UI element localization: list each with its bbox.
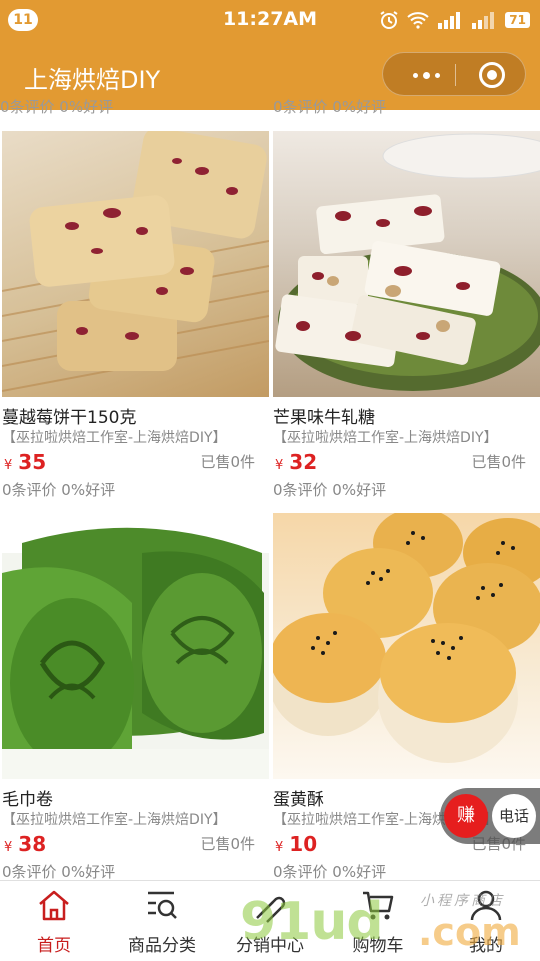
tab-category[interactable]: 商品分类 [108, 881, 216, 961]
mini-program-capsule [382, 52, 526, 96]
product-card[interactable]: 蔓越莓饼干150克 【巫拉啦烘焙工作室-上海烘焙DIY】 ¥35 已售0件 0条… [2, 131, 269, 501]
product-reviews: 0条评价 0%好评 [2, 863, 116, 880]
cart-icon [363, 891, 394, 920]
tab-label: 我的 [469, 936, 503, 956]
tab-bar: 首页 商品分类 分销中心 购物车 我的 [0, 880, 540, 961]
alarm-icon [380, 11, 398, 29]
distribution-icon [256, 896, 286, 923]
product-sold: 已售0件 [200, 453, 255, 471]
call-button[interactable]: 电话 [492, 794, 536, 838]
egg-yolk-pastry-photo[interactable] [273, 513, 540, 779]
wifi-icon [407, 12, 429, 29]
tab-cart[interactable]: 购物车 [324, 881, 432, 961]
status-bar: 11 11:27AM 71 [0, 0, 540, 40]
floating-actions: 赚 电话 [440, 788, 540, 844]
tab-label: 购物车 [352, 936, 404, 956]
product-price: ¥35 [4, 450, 47, 474]
matcha-towel-roll-photo[interactable] [2, 513, 269, 779]
previous-row-reviews: 0条评价 0%好评 [0, 98, 114, 116]
page-title: 上海烘焙DIY [24, 66, 161, 94]
product-name: 蛋黄酥 [273, 790, 324, 810]
nougat-photo[interactable] [273, 131, 540, 397]
product-price: ¥38 [4, 832, 47, 856]
category-search-icon [148, 891, 177, 919]
tab-label: 商品分类 [128, 936, 196, 956]
product-grid: 蔓越莓饼干150克 【巫拉啦烘焙工作室-上海烘焙DIY】 ¥35 已售0件 0条… [0, 110, 540, 880]
status-icons: 71 [379, 10, 530, 30]
product-name: 芒果味牛轧糖 [273, 408, 375, 428]
product-card[interactable]: 毛巾卷 【巫拉啦烘焙工作室-上海烘焙DIY】 ¥38 已售0件 0条评价 0%好… [2, 513, 269, 880]
product-shop: 【巫拉啦烘焙工作室-上海烘焙DIY】 [273, 430, 498, 446]
product-sold: 已售0件 [471, 453, 526, 471]
earn-button[interactable]: 赚 [444, 794, 488, 838]
signal-icon [472, 12, 495, 29]
tab-label: 首页 [37, 936, 71, 956]
product-reviews: 0条评价 0%好评 [273, 481, 387, 499]
home-icon [39, 890, 69, 921]
product-shop: 【巫拉啦烘焙工作室-上海烘焙DIY】 [2, 812, 227, 828]
product-card[interactable]: 芒果味牛轧糖 【巫拉啦烘焙工作室-上海烘焙DIY】 ¥32 已售0件 0条评价 … [273, 131, 540, 501]
product-name: 蔓越莓饼干150克 [2, 408, 137, 428]
product-reviews: 0条评价 0%好评 [273, 863, 387, 880]
tab-home[interactable]: 首页 [0, 881, 108, 961]
close-circle-icon[interactable] [479, 62, 505, 88]
product-name: 毛巾卷 [2, 790, 53, 810]
tab-label: 分销中心 [236, 936, 304, 956]
product-sold: 已售0件 [200, 835, 255, 853]
tab-profile[interactable]: 我的 [432, 881, 540, 961]
user-icon [470, 890, 502, 921]
previous-row-reviews: 0条评价 0%好评 [273, 98, 387, 116]
product-reviews: 0条评价 0%好评 [2, 481, 116, 499]
product-price: ¥10 [275, 832, 318, 856]
tab-distribution[interactable]: 分销中心 [216, 881, 324, 961]
capsule-divider [455, 64, 456, 86]
cranberry-cookie-photo[interactable] [2, 131, 269, 397]
signal-icon [438, 12, 461, 29]
battery-level: 71 [505, 12, 530, 28]
more-dots-icon[interactable] [397, 53, 455, 97]
product-shop: 【巫拉啦烘焙工作室-上海烘焙DIY】 [2, 430, 227, 446]
product-price: ¥32 [275, 450, 318, 474]
